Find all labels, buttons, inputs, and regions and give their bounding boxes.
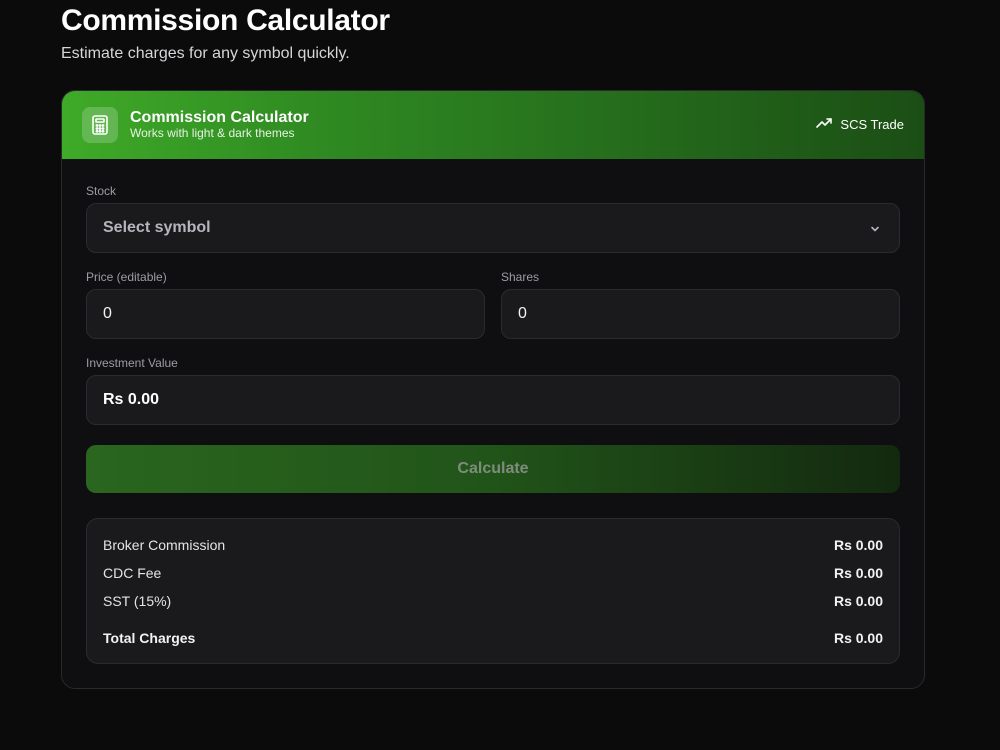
page-subtitle: Estimate charges for any symbol quickly. (61, 45, 350, 62)
stock-select[interactable]: Select symbol (86, 203, 900, 253)
result-value: Rs 0.00 (833, 630, 883, 646)
page-title: Commission Calculator (61, 4, 390, 37)
result-label: Broker Commission (103, 537, 226, 553)
result-value: Rs 0.00 (833, 537, 883, 553)
stock-label: Stock (86, 184, 117, 198)
card-subtitle: Works with light & dark themes (130, 126, 295, 140)
result-label: SST (15%) (103, 593, 172, 609)
shares-value: 0 (518, 305, 527, 322)
result-row-total-charges: Total Charges Rs 0.00 (103, 628, 883, 648)
brand-badge: SCS Trade (816, 117, 904, 132)
chevron-down-icon (869, 222, 881, 240)
price-input[interactable]: 0 (86, 289, 485, 339)
result-value: Rs 0.00 (833, 565, 883, 581)
shares-label: Shares (501, 270, 540, 284)
trending-up-icon (816, 117, 833, 132)
calculator-card: Commission Calculator Works with light &… (61, 90, 925, 689)
investment-value-field: Rs 0.00 (86, 375, 900, 425)
stock-select-placeholder: Select symbol (103, 219, 211, 236)
brand-label: SCS Trade (840, 117, 904, 132)
card-title: Commission Calculator (130, 109, 309, 126)
price-label: Price (editable) (86, 270, 167, 284)
result-value: Rs 0.00 (833, 593, 883, 609)
shares-input[interactable]: 0 (501, 289, 900, 339)
result-row-cdc-fee: CDC Fee Rs 0.00 (103, 563, 883, 583)
investment-label: Investment Value (86, 356, 178, 370)
result-row-broker-commission: Broker Commission Rs 0.00 (103, 535, 883, 555)
result-label: CDC Fee (103, 565, 162, 581)
calculate-button[interactable]: Calculate (86, 445, 900, 493)
result-label: Total Charges (103, 630, 196, 646)
result-row-sst: SST (15%) Rs 0.00 (103, 591, 883, 611)
card-header: Commission Calculator Works with light &… (62, 91, 924, 159)
calculator-icon (82, 107, 118, 143)
results-panel: Broker Commission Rs 0.00 CDC Fee Rs 0.0… (86, 518, 900, 664)
price-value: 0 (103, 305, 112, 322)
investment-value: Rs 0.00 (103, 391, 160, 408)
